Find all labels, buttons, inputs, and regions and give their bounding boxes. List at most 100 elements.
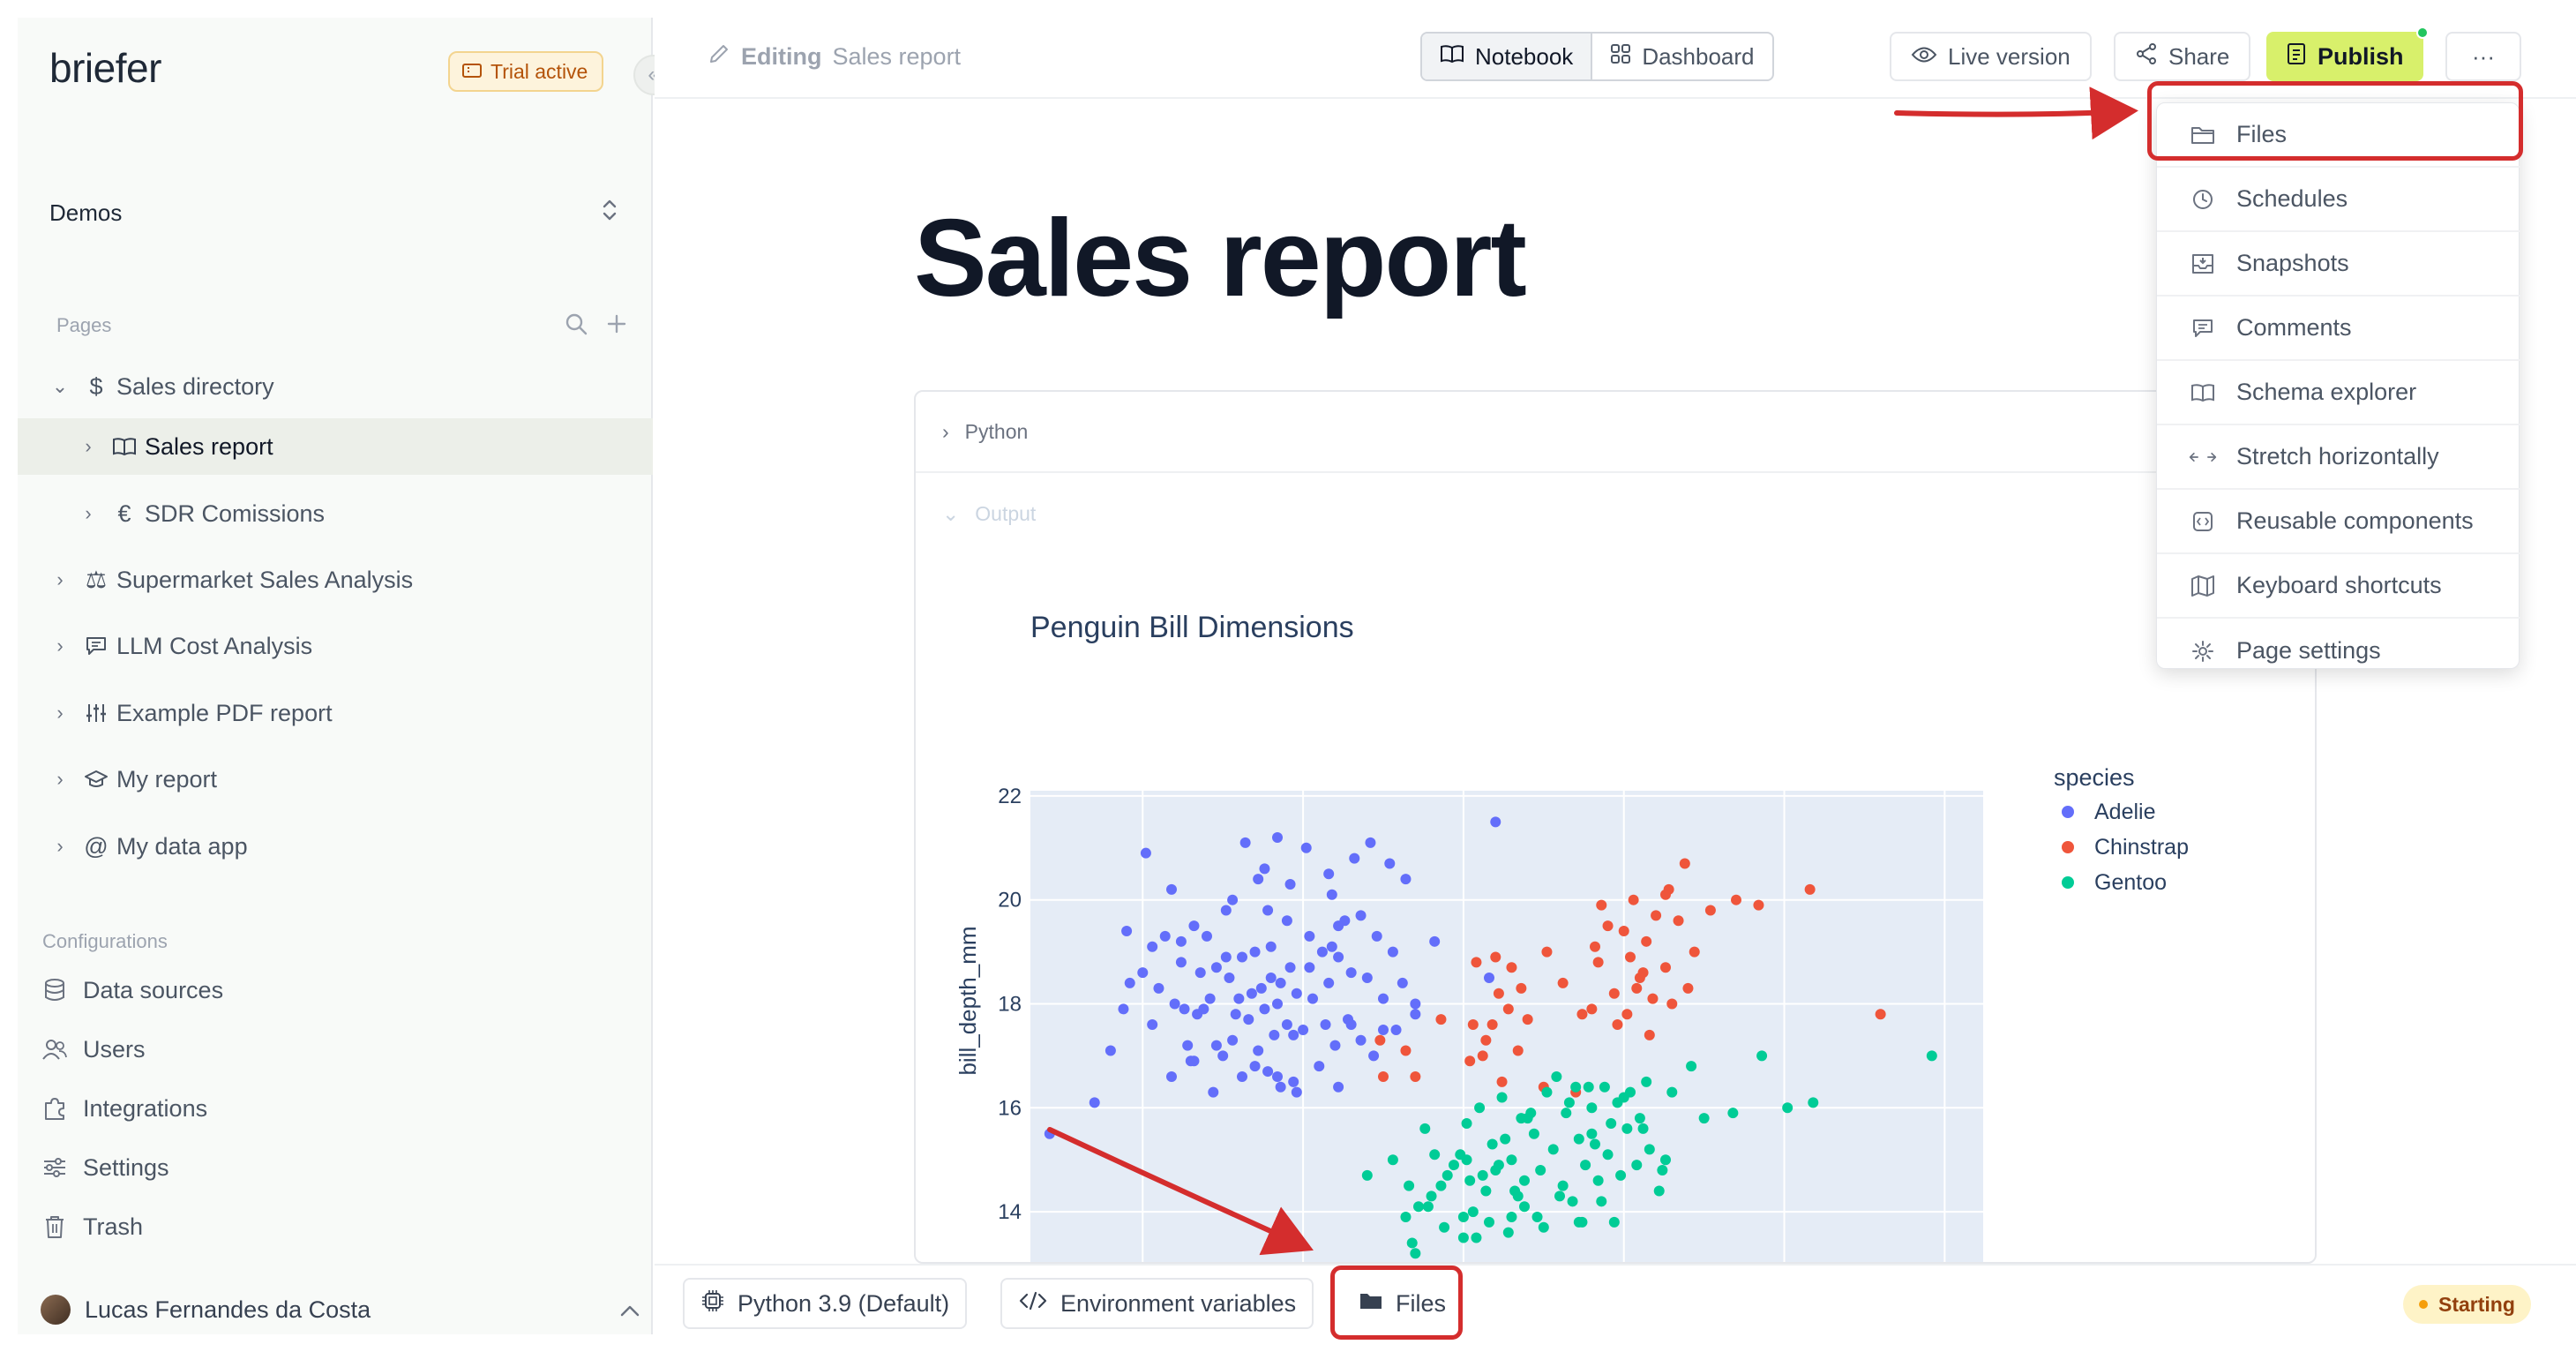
data-point-gentoo[interactable] [1621,1123,1633,1134]
menu-item-stretch-horizontally[interactable]: Stretch horizontally [2157,425,2520,490]
data-point-adelie[interactable] [1304,962,1315,973]
data-point-gentoo[interactable] [1467,1206,1479,1218]
data-point-adelie[interactable] [1397,977,1408,988]
data-point-gentoo[interactable] [1429,1149,1441,1160]
legend-label[interactable]: Chinstrap [2094,835,2189,860]
data-point-adelie[interactable] [1153,982,1164,994]
data-point-adelie[interactable] [1220,951,1232,963]
data-point-chinstrap[interactable] [1502,1003,1514,1015]
data-point-adelie[interactable] [1326,941,1337,952]
data-point-gentoo[interactable] [1570,1081,1582,1093]
data-point-gentoo[interactable] [1644,1144,1655,1155]
data-point-adelie[interactable] [1220,905,1232,916]
data-point-adelie[interactable] [1429,935,1441,947]
environment-variables-button[interactable]: Environment variables [1000,1278,1314,1329]
data-point-adelie[interactable] [1204,993,1216,1004]
data-point-gentoo[interactable] [1528,1128,1539,1139]
data-point-gentoo[interactable] [1419,1123,1431,1134]
data-point-chinstrap[interactable] [1467,1019,1479,1031]
data-point-adelie[interactable] [1345,967,1357,979]
data-point-adelie[interactable] [1288,1076,1299,1087]
data-point-chinstrap[interactable] [1673,915,1684,927]
data-point-chinstrap[interactable] [1512,1045,1524,1056]
data-point-chinstrap[interactable] [1590,941,1600,952]
data-point-adelie[interactable] [1272,1070,1283,1082]
data-point-adelie[interactable] [1169,998,1180,1010]
data-point-adelie[interactable] [1355,910,1367,921]
legend-label[interactable]: Adelie [2094,800,2156,824]
data-point-chinstrap[interactable] [1541,946,1553,958]
menu-item-schedules[interactable]: Schedules [2157,168,2520,232]
data-point-adelie[interactable] [1384,858,1396,869]
data-point-adelie[interactable] [1314,1061,1325,1072]
data-point-chinstrap[interactable] [1644,1029,1655,1040]
data-point-gentoo[interactable] [1435,1180,1447,1191]
data-point-adelie[interactable] [1333,951,1344,963]
data-point-adelie[interactable] [1175,957,1187,968]
data-point-gentoo[interactable] [1442,1169,1453,1181]
data-point-gentoo[interactable] [1439,1221,1450,1233]
menu-item-comments[interactable]: Comments [2157,297,2520,361]
data-point-gentoo[interactable] [1387,1154,1398,1166]
data-point-adelie[interactable] [1227,894,1239,905]
data-point-adelie[interactable] [1329,1040,1341,1051]
data-point-chinstrap[interactable] [1592,957,1604,968]
data-point-gentoo[interactable] [1653,1185,1665,1197]
sidebar-item-my-report[interactable]: › My report [18,751,653,807]
data-point-chinstrap[interactable] [1435,1014,1447,1025]
data-point-adelie[interactable] [1269,1029,1280,1040]
menu-item-snapshots[interactable]: Snapshots [2157,232,2520,297]
data-point-chinstrap[interactable] [1628,894,1639,905]
data-point-adelie[interactable] [1224,973,1235,984]
sidebar-item-example-pdf[interactable]: › Example PDF report [18,685,653,741]
data-point-adelie[interactable] [1237,1070,1247,1082]
sidebar-item-trash[interactable]: Trash [41,1202,143,1251]
data-point-gentoo[interactable] [1538,1221,1549,1233]
data-point-gentoo[interactable] [1618,1092,1629,1103]
data-point-chinstrap[interactable] [1625,951,1636,963]
data-point-chinstrap[interactable] [1679,858,1690,869]
data-point-chinstrap[interactable] [1522,1014,1533,1025]
data-point-gentoo[interactable] [1506,1154,1517,1166]
data-point-chinstrap[interactable] [1506,962,1517,973]
data-point-chinstrap[interactable] [1731,894,1741,905]
data-point-adelie[interactable] [1345,1019,1357,1031]
live-version-button[interactable]: Live version [1890,32,2092,81]
data-point-adelie[interactable] [1118,1003,1129,1015]
data-point-adelie[interactable] [1255,982,1267,994]
data-point-gentoo[interactable] [1615,1169,1627,1181]
data-point-gentoo[interactable] [1506,1211,1517,1222]
data-point-adelie[interactable] [1333,920,1344,932]
data-point-gentoo[interactable] [1586,1102,1598,1114]
data-point-gentoo[interactable] [1413,1201,1424,1213]
data-point-gentoo[interactable] [1519,1175,1530,1186]
data-point-adelie[interactable] [1179,1003,1190,1015]
data-point-adelie[interactable] [1188,920,1200,932]
data-point-gentoo[interactable] [1404,1180,1415,1191]
data-point-adelie[interactable] [1349,853,1360,864]
data-point-adelie[interactable] [1202,930,1212,942]
data-point-gentoo[interactable] [1698,1113,1710,1124]
data-point-adelie[interactable] [1284,962,1296,973]
data-point-gentoo[interactable] [1567,1196,1578,1207]
data-point-chinstrap[interactable] [1596,899,1607,911]
data-point-gentoo[interactable] [1727,1108,1739,1119]
data-point-chinstrap[interactable] [1651,910,1662,921]
data-point-chinstrap[interactable] [1618,926,1629,937]
data-point-adelie[interactable] [1262,905,1274,916]
data-point-adelie[interactable] [1333,1081,1344,1093]
legend-label[interactable]: Gentoo [2094,870,2167,895]
data-point-gentoo[interactable] [1461,1154,1472,1166]
data-point-gentoo[interactable] [1449,1160,1459,1171]
data-point-adelie[interactable] [1281,1019,1292,1031]
data-point-adelie[interactable] [1410,1009,1421,1020]
data-point-adelie[interactable] [1210,962,1222,973]
data-point-gentoo[interactable] [1490,1164,1501,1175]
sidebar-item-integrations[interactable]: Integrations [41,1084,207,1133]
data-point-adelie[interactable] [1307,993,1318,1004]
data-point-chinstrap[interactable] [1410,1070,1421,1082]
data-point-adelie[interactable] [1230,1009,1241,1020]
data-point-chinstrap[interactable] [1480,1034,1492,1046]
data-point-chinstrap[interactable] [1804,883,1816,895]
data-point-adelie[interactable] [1147,941,1158,952]
